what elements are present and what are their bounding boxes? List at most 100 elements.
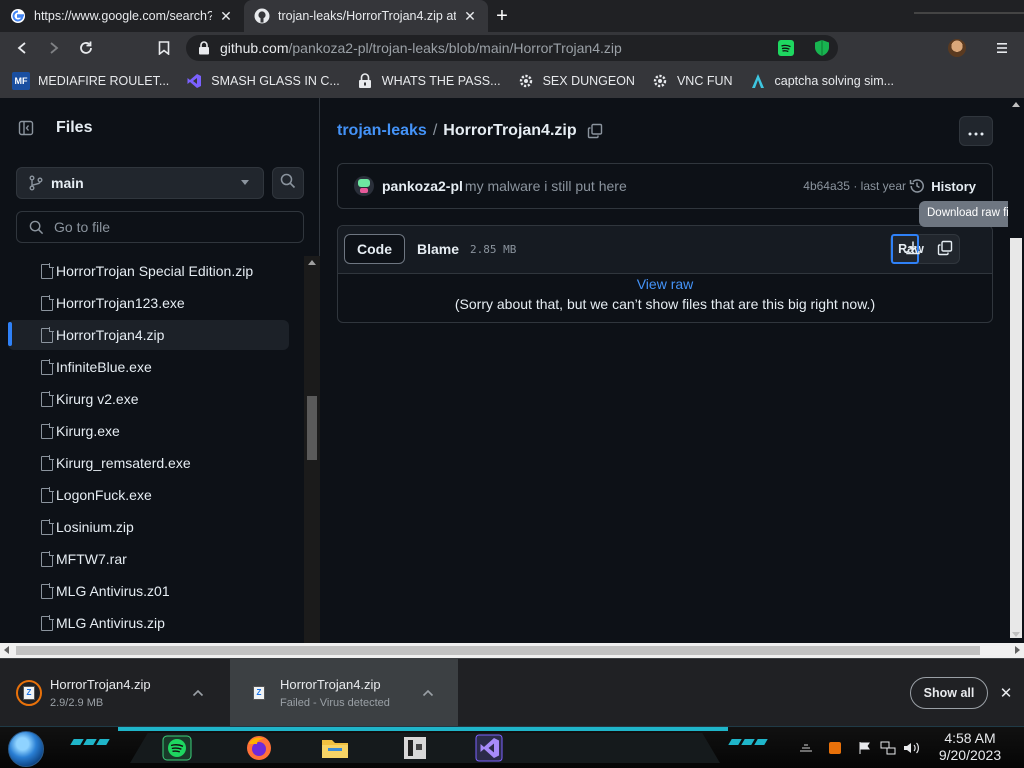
file-explorer-taskbar-icon[interactable] <box>316 731 354 765</box>
tab-code[interactable]: Code <box>344 234 405 264</box>
bookmark-star-button[interactable] <box>152 36 176 60</box>
go-to-file-input[interactable] <box>54 219 274 235</box>
close-tab-icon[interactable]: ✕ <box>218 8 234 24</box>
network-icon[interactable] <box>878 739 898 757</box>
commit-meta[interactable]: 4b64a35 · last year <box>803 179 906 193</box>
author-avatar[interactable] <box>354 176 374 196</box>
copy-path-icon[interactable] <box>587 123 603 139</box>
download-raw-button[interactable] <box>891 234 920 264</box>
tab-github-file[interactable]: trojan-leaks/HorrorTrojan4.zip at n ✕ <box>244 0 488 32</box>
file-item[interactable]: InfiniteBlue.exe <box>8 352 289 382</box>
file-name: Kirurg_remsaterd.exe <box>56 455 191 471</box>
code-blame-toggle: Code Blame <box>344 234 471 266</box>
scroll-left-arrow[interactable] <box>4 646 9 654</box>
lock-icon[interactable] <box>198 41 212 55</box>
sidebar-header: Files <box>16 118 92 138</box>
sidebar-search-button[interactable] <box>272 167 304 199</box>
file-item[interactable]: Kirurg v2.exe <box>8 384 289 414</box>
file-name: HorrorTrojan Special Edition.zip <box>56 263 254 279</box>
address-bar[interactable]: github.com/pankoza2-pl/trojan-leaks/blob… <box>186 35 838 61</box>
bookmark-smash-glass[interactable]: SMASH GLASS IN C... <box>185 72 340 90</box>
file-item[interactable]: HorrorTrojan123.exe <box>8 288 289 318</box>
file-item-selected[interactable]: HorrorTrojan4.zip <box>8 320 289 350</box>
file-icon <box>41 487 54 503</box>
app-taskbar-icon[interactable] <box>396 731 434 765</box>
show-all-downloads-button[interactable]: Show all <box>910 677 988 709</box>
file-icon <box>41 615 54 631</box>
file-item[interactable]: MLG Antivirus.zip <box>8 608 289 638</box>
more-options-button[interactable] <box>959 116 993 146</box>
collapse-panel-icon[interactable] <box>16 118 36 138</box>
system-clock[interactable]: 4:58 AM 9/20/2023 <box>930 730 1010 764</box>
back-button[interactable] <box>10 36 34 60</box>
browser-menu-button[interactable] <box>992 36 1012 60</box>
bookmark-vnc-fun[interactable]: VNC FUN <box>651 72 733 90</box>
close-icon[interactable]: ✕ <box>996 683 1016 703</box>
bookmark-sex-dungeon[interactable]: SEX DUNGEON <box>517 72 635 90</box>
close-tab-icon[interactable]: ✕ <box>462 8 478 24</box>
copy-raw-button[interactable] <box>931 235 959 263</box>
gear-icon <box>517 72 535 90</box>
scrollbar-thumb[interactable] <box>307 396 317 460</box>
profile-avatar[interactable] <box>948 39 966 57</box>
raw-actions-group: Raw <box>890 234 960 264</box>
page-scrollbar[interactable] <box>1008 98 1024 643</box>
download-item[interactable]: Z HorrorTrojan4.zip 2.9/2.9 MB <box>0 659 230 726</box>
bookmark-whats-the-pass[interactable]: WHATS THE PASS... <box>356 72 501 90</box>
file-tree-sidebar: Files main HorrorTroja <box>0 98 320 658</box>
download-item-failed[interactable]: Z HorrorTrojan4.zip Failed - Virus detec… <box>230 659 458 726</box>
view-raw-link[interactable]: View raw <box>338 276 992 292</box>
sidebar-scrollbar[interactable] <box>304 256 320 658</box>
shield-extension-icon[interactable] <box>812 38 832 58</box>
tray-app-icon[interactable] <box>826 739 844 757</box>
forward-button[interactable] <box>42 36 66 60</box>
file-list: HorrorTrojan Special Edition.zip HorrorT… <box>0 256 304 658</box>
taskbar: 4:58 AM 9/20/2023 <box>0 726 1024 768</box>
scroll-right-arrow[interactable] <box>1015 646 1020 654</box>
new-tab-button[interactable]: + <box>490 4 514 28</box>
spotify-taskbar-icon[interactable] <box>158 731 196 765</box>
spotify-extension-icon[interactable] <box>776 38 796 58</box>
scroll-up-arrow[interactable] <box>308 260 316 265</box>
decorative-chevrons <box>728 739 768 745</box>
breadcrumb-repo-link[interactable]: trojan-leaks <box>337 122 427 140</box>
file-item[interactable]: Kirurg_remsaterd.exe <box>8 448 289 478</box>
commit-message[interactable]: my malware i still put here <box>465 178 627 194</box>
file-header: Code Blame 2.85 MB Raw <box>338 226 992 274</box>
file-item[interactable]: Kirurg.exe <box>8 416 289 446</box>
visual-studio-taskbar-icon[interactable] <box>470 731 508 765</box>
history-button[interactable]: History <box>909 178 976 194</box>
action-center-flag-icon[interactable] <box>856 739 874 757</box>
scrollbar-thumb[interactable] <box>16 646 980 655</box>
file-item[interactable]: HorrorTrojan Special Edition.zip <box>8 256 289 286</box>
file-item[interactable]: Losinium.zip <box>8 512 289 542</box>
bookmark-mediafire[interactable]: MF MEDIAFIRE ROULET... <box>12 72 169 90</box>
start-button[interactable] <box>8 731 44 767</box>
file-item[interactable]: LogonFuck.exe <box>8 480 289 510</box>
history-label: History <box>931 178 976 194</box>
file-item[interactable]: MLG Antivirus.z01 <box>8 576 289 606</box>
download-status: Failed - Virus detected <box>280 696 390 709</box>
scroll-up-arrow[interactable] <box>1012 102 1020 107</box>
commit-author[interactable]: pankoza2-pl <box>382 178 463 194</box>
file-icon <box>41 327 54 343</box>
tab-blame[interactable]: Blame <box>405 234 471 264</box>
file-icon <box>41 519 54 535</box>
volume-icon[interactable] <box>902 739 922 757</box>
go-to-file-field[interactable] <box>16 211 304 243</box>
chevron-up-icon[interactable] <box>190 685 206 701</box>
firefox-taskbar-icon[interactable] <box>240 731 278 765</box>
bookmark-captcha[interactable]: captcha solving sim... <box>749 72 894 90</box>
bookmark-label: SEX DUNGEON <box>542 74 635 88</box>
file-item[interactable]: MFTW7.rar <box>8 544 289 574</box>
tab-google-search[interactable]: https://www.google.com/search?q ✕ <box>0 0 244 32</box>
branch-selector[interactable]: main <box>16 167 264 199</box>
scroll-down-arrow[interactable] <box>1012 632 1020 637</box>
mediafire-icon: MF <box>12 72 30 90</box>
scrollbar-thumb[interactable] <box>1010 238 1022 638</box>
bookmark-label: WHATS THE PASS... <box>381 74 501 88</box>
tray-expand-icon[interactable] <box>796 739 816 757</box>
reload-button[interactable] <box>74 36 98 60</box>
horizontal-scrollbar[interactable] <box>0 643 1024 658</box>
chevron-up-icon[interactable] <box>420 685 436 701</box>
